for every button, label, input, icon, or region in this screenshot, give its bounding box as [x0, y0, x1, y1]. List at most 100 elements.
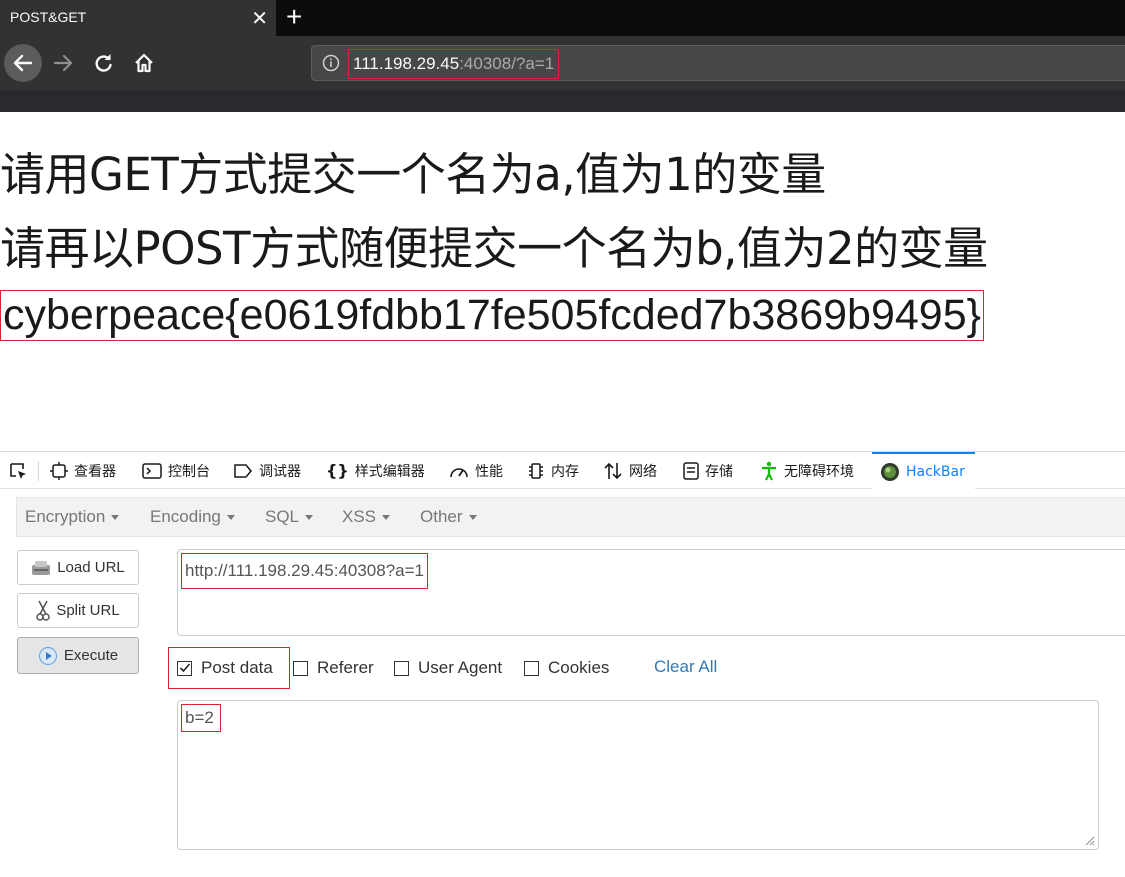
home-icon — [135, 53, 153, 73]
tab-style-editor[interactable]: {} 样式编辑器 — [326, 452, 425, 489]
tab-label: 调试器 — [259, 463, 301, 480]
menu-label: Encoding — [150, 507, 221, 526]
url-input-value: http://111.198.29.45:40308?a=1 — [181, 553, 429, 589]
gauge-icon — [450, 467, 468, 477]
post-data-input[interactable]: b=2 — [177, 700, 1099, 850]
checkbox-empty-icon — [293, 660, 308, 676]
back-arrow-icon — [13, 54, 33, 72]
navigation-bar: 111.198.29.45:40308/?a=1 — [0, 36, 1125, 112]
braces-icon: {} — [326, 461, 349, 480]
split-url-button[interactable]: Split URL — [17, 593, 139, 628]
checkbox-empty-icon — [394, 660, 409, 676]
hackbar-url-input[interactable]: http://111.198.29.45:40308?a=1 — [177, 549, 1125, 636]
menu-other[interactable]: Other — [420, 507, 477, 527]
network-arrows-icon — [604, 462, 622, 479]
url-port-path: :40308/?a=1 — [459, 54, 555, 73]
menu-label: Other — [420, 507, 463, 526]
tab-storage[interactable]: 存储 — [683, 452, 733, 489]
forward-button[interactable] — [50, 50, 76, 76]
checkbox-label: User Agent — [418, 658, 503, 677]
load-url-icon — [32, 560, 51, 575]
menu-xss[interactable]: XSS — [342, 507, 391, 527]
caret-down-icon — [111, 515, 120, 521]
caret-down-icon — [226, 515, 235, 521]
url-text[interactable]: 111.198.29.45:40308/?a=1 — [348, 49, 560, 79]
tab-label: 网络 — [629, 463, 657, 480]
post-data-checkbox[interactable]: Post data — [168, 647, 290, 689]
checkbox-empty-icon — [524, 660, 539, 676]
referer-checkbox[interactable]: Referer — [293, 647, 374, 689]
cookies-checkbox[interactable]: Cookies — [524, 647, 609, 689]
inspector-icon — [50, 461, 68, 480]
page-content: 请用GET方式提交一个名为a,值为1的变量 请再以POST方式随便提交一个名为b… — [0, 112, 1125, 452]
pick-element-icon — [10, 462, 26, 479]
tab-title: POST&GET — [10, 9, 87, 25]
clear-all-link[interactable]: Clear All — [654, 657, 717, 677]
options-row: Post data Referer User Agent Cookies Cle… — [168, 647, 768, 689]
back-button[interactable] — [4, 44, 42, 82]
menu-label: SQL — [265, 507, 300, 526]
new-tab-button[interactable]: + — [286, 2, 302, 32]
caret-down-icon — [305, 515, 314, 521]
resize-grip-icon[interactable] — [1085, 836, 1095, 846]
devtools-panel: 查看器 控制台 调试器 {} 样式编辑器 性能 内存 网络 存储 无障碍环境 H… — [0, 451, 1125, 877]
caret-down-icon — [382, 515, 391, 521]
toolbar-divider — [38, 461, 39, 481]
tab-memory[interactable]: 内存 — [527, 452, 579, 489]
home-button[interactable] — [131, 50, 157, 76]
get-instruction: 请用GET方式提交一个名为a,值为1的变量 — [0, 148, 826, 201]
tab-label: 查看器 — [74, 463, 116, 480]
scissors-icon — [36, 600, 51, 621]
forward-arrow-icon — [53, 54, 73, 72]
checkbox-label: Cookies — [548, 658, 610, 677]
debugger-icon — [234, 463, 252, 478]
caret-down-icon — [468, 515, 477, 521]
menu-label: XSS — [342, 507, 377, 526]
tab-accessibility[interactable]: 无障碍环境 — [760, 452, 854, 489]
tab-bar: POST&GET ✕ + — [0, 0, 1125, 36]
load-url-button[interactable]: Load URL — [17, 550, 139, 585]
menu-sql[interactable]: SQL — [265, 507, 314, 527]
reload-icon — [95, 54, 112, 72]
tab-hackbar[interactable]: HackBar — [872, 452, 975, 489]
storage-icon — [683, 461, 699, 480]
button-label: Load URL — [57, 559, 125, 576]
checkbox-label: Referer — [317, 658, 374, 677]
execute-button[interactable]: Execute — [17, 637, 139, 674]
console-icon — [142, 462, 162, 479]
close-tab-icon[interactable]: ✕ — [251, 6, 268, 31]
element-picker-button[interactable] — [8, 452, 28, 489]
tab-label: 内存 — [551, 463, 579, 480]
button-label: Split URL — [56, 602, 120, 619]
post-data-value: b=2 — [181, 704, 221, 732]
address-bar[interactable]: 111.198.29.45:40308/?a=1 — [311, 45, 1125, 81]
tab-inspector[interactable]: 查看器 — [50, 452, 116, 489]
hackbar-menu: Encryption Encoding SQL XSS Other — [16, 497, 1125, 537]
post-instruction: 请再以POST方式随便提交一个名为b,值为2的变量 — [0, 222, 988, 275]
tab-performance[interactable]: 性能 — [449, 452, 503, 489]
memory-icon — [529, 462, 543, 479]
menu-label: Encryption — [25, 507, 106, 526]
accessibility-icon — [762, 461, 776, 480]
menu-encryption[interactable]: Encryption — [25, 507, 120, 527]
toolbar-strip — [0, 90, 1125, 112]
tab-console[interactable]: 控制台 — [142, 452, 210, 489]
checkbox-checked-icon — [177, 660, 192, 676]
tab-label: 样式编辑器 — [354, 463, 425, 480]
tab-network[interactable]: 网络 — [603, 452, 657, 489]
tab-label: 性能 — [475, 463, 503, 480]
reload-button[interactable] — [90, 50, 116, 76]
tab-label: 存储 — [705, 463, 733, 480]
url-host: 111.198.29.45 — [353, 54, 460, 73]
info-icon[interactable] — [322, 54, 340, 72]
tab-debugger[interactable]: 调试器 — [233, 452, 301, 489]
button-label: Execute — [63, 647, 119, 664]
hackbar-logo-icon — [881, 462, 899, 481]
user-agent-checkbox[interactable]: User Agent — [394, 647, 502, 689]
browser-tab[interactable]: POST&GET ✕ — [0, 0, 276, 36]
play-icon — [38, 646, 57, 665]
tab-label: HackBar — [906, 463, 965, 480]
tab-label: 无障碍环境 — [784, 463, 854, 480]
menu-encoding[interactable]: Encoding — [150, 507, 235, 527]
flag-text: cyberpeace{e0619fdbb17fe505fcded7b3869b9… — [0, 290, 984, 341]
